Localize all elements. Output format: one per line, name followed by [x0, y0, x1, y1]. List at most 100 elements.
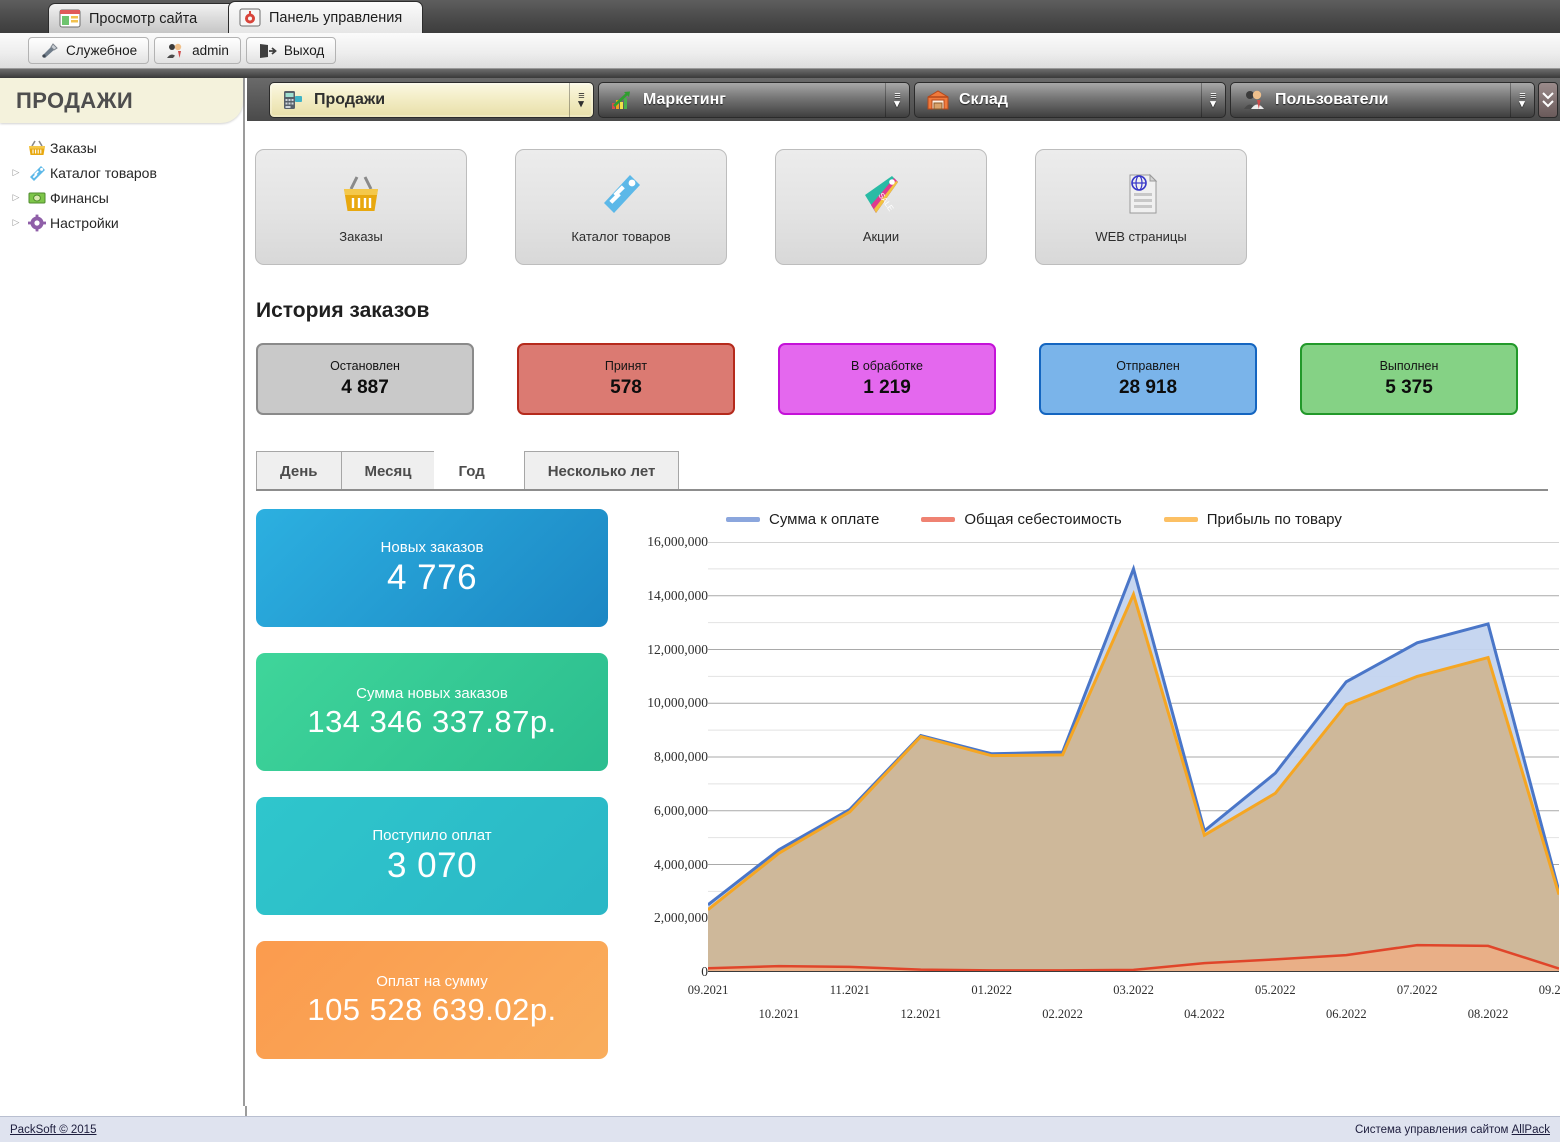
- kpi-new-orders-sum[interactable]: Сумма новых заказов 134 346 337.87р.: [256, 653, 608, 771]
- y-axis-tick-label: 12,000,000: [647, 642, 708, 658]
- kpi-payments-received[interactable]: Поступило оплат 3 070: [256, 797, 608, 915]
- status-card-value: 4 887: [341, 377, 389, 399]
- kpi-payments-amount[interactable]: Оплат на сумму 105 528 639.02р.: [256, 941, 608, 1059]
- period-tab-multi-year[interactable]: Несколько лет: [524, 451, 680, 491]
- legend-item-total-cost[interactable]: Общая себестоимость: [921, 511, 1121, 528]
- web-page-icon: [1118, 171, 1164, 217]
- basket-icon: [338, 171, 384, 217]
- expand-arrow-icon[interactable]: ▷: [8, 217, 24, 228]
- footer-credit: Система управления сайтом AllPack: [1355, 1124, 1550, 1136]
- tile-label: WEB страницы: [1095, 229, 1186, 244]
- tile-web-pages[interactable]: WEB страницы: [1035, 149, 1247, 265]
- tile-label: Акции: [863, 229, 899, 244]
- module-tab-menu-icon[interactable]: ≡▾: [569, 83, 593, 117]
- service-button[interactable]: Служебное: [28, 37, 149, 64]
- x-axis-tick-label: 03.2022: [1113, 983, 1154, 998]
- kpi-value: 134 346 337.87р.: [307, 704, 556, 740]
- main-content: Продажи ≡▾ Маркетинг ≡▾: [247, 78, 1560, 1116]
- chart-canvas: [708, 542, 1559, 972]
- sidebar-item-settings[interactable]: ▷ Настройки: [4, 210, 243, 235]
- x-axis-tick-label: 08.2022: [1468, 1007, 1509, 1022]
- expand-arrow-icon[interactable]: ▷: [8, 167, 24, 178]
- kpi-value: 3 070: [387, 846, 477, 886]
- y-axis-tick-label: 4,000,000: [654, 857, 708, 873]
- module-tab-label: Продажи: [314, 91, 385, 109]
- footer-credit-prefix: Система управления сайтом: [1355, 1124, 1512, 1136]
- tile-orders[interactable]: Заказы: [255, 149, 467, 265]
- x-axis-tick-label: 06.2022: [1326, 1007, 1367, 1022]
- status-card-accepted[interactable]: Принят 578: [517, 343, 735, 415]
- x-axis-tick-label: 02.2022: [1042, 1007, 1083, 1022]
- user-account-button[interactable]: admin: [154, 37, 241, 64]
- status-card-processing[interactable]: В обработке 1 219: [778, 343, 996, 415]
- module-tab-marketing[interactable]: Маркетинг ≡▾: [598, 82, 910, 118]
- sidebar-title: ПРОДАЖИ: [16, 88, 243, 114]
- status-card-stopped[interactable]: Остановлен 4 887: [256, 343, 474, 415]
- period-tab-year[interactable]: Год: [434, 451, 508, 491]
- dashboard-row: Новых заказов 4 776 Сумма новых заказов …: [247, 491, 1560, 1059]
- legend-swatch: [1164, 517, 1198, 522]
- control-panel-gear-icon: [239, 8, 261, 27]
- legend-label: Общая себестоимость: [964, 511, 1121, 528]
- tile-label: Каталог товаров: [571, 229, 670, 244]
- status-card-shipped[interactable]: Отправлен 28 918: [1039, 343, 1257, 415]
- module-tab-users[interactable]: Пользователи ≡▾: [1230, 82, 1535, 118]
- kpi-cards: Новых заказов 4 776 Сумма новых заказов …: [256, 509, 608, 1059]
- x-axis-tick-label: 05.2022: [1255, 983, 1296, 998]
- browser-tab-site-preview[interactable]: Просмотр сайта: [48, 3, 238, 33]
- footer-vendor-link[interactable]: AllPack: [1512, 1124, 1550, 1136]
- module-tabs-overflow-button[interactable]: [1538, 82, 1558, 118]
- legend-item-profit[interactable]: Прибыль по товару: [1164, 511, 1342, 528]
- module-tab-label: Маркетинг: [643, 91, 726, 109]
- sidebar-item-catalog[interactable]: ▷ Каталог товаров: [4, 160, 243, 185]
- sales-chart: Сумма к оплате Общая себестоимость Прибы…: [608, 509, 1560, 1059]
- tile-label: Заказы: [339, 229, 382, 244]
- logout-button-label: Выход: [284, 43, 324, 58]
- period-tab-day[interactable]: День: [256, 451, 342, 491]
- cash-register-icon: [281, 89, 305, 111]
- tile-promotions[interactable]: SALE Акции: [775, 149, 987, 265]
- module-tab-warehouse[interactable]: Склад ≡▾: [914, 82, 1226, 118]
- x-axis-tick-label: 07.2022: [1397, 983, 1438, 998]
- chart-x-axis: 09.202110.202111.202112.202101.202202.20…: [708, 978, 1559, 1038]
- logout-icon: [258, 42, 277, 59]
- website-preview-icon: [59, 9, 81, 28]
- logout-button[interactable]: Выход: [246, 37, 336, 64]
- sidebar-item-finance[interactable]: ▷ Финансы: [4, 185, 243, 210]
- x-axis-tick-label: 10.2021: [759, 1007, 800, 1022]
- status-card-label: Принят: [605, 359, 647, 373]
- status-card-completed[interactable]: Выполнен 5 375: [1300, 343, 1518, 415]
- chart-plot-area: 02,000,0004,000,0006,000,0008,000,00010,…: [616, 542, 1559, 1004]
- status-card-label: В обработке: [851, 359, 923, 373]
- user-account-label: admin: [192, 43, 229, 58]
- admin-toolbar: Служебное admin Выход: [0, 33, 1560, 69]
- y-axis-tick-label: 16,000,000: [647, 534, 708, 550]
- x-axis-tick-label: 12.2021: [900, 1007, 941, 1022]
- period-tab-month[interactable]: Месяц: [341, 451, 436, 491]
- footer-copyright-link[interactable]: PackSoft © 2015: [10, 1124, 96, 1136]
- expand-arrow-icon[interactable]: ▷: [8, 192, 24, 203]
- module-tab-sales[interactable]: Продажи ≡▾: [269, 82, 594, 118]
- sidebar-menu: Заказы ▷ Каталог товаров ▷: [0, 123, 243, 235]
- double-chevron-down-icon: [1541, 87, 1555, 113]
- sale-tag-icon: SALE: [858, 171, 904, 217]
- module-tab-label: Пользователи: [1275, 91, 1388, 109]
- status-card-value: 5 375: [1385, 377, 1433, 399]
- legend-label: Прибыль по товару: [1207, 511, 1342, 528]
- service-button-label: Служебное: [66, 43, 137, 58]
- legend-label: Сумма к оплате: [769, 511, 879, 528]
- tile-catalog[interactable]: Каталог товаров: [515, 149, 727, 265]
- gear-icon: [24, 213, 50, 233]
- browser-tab-control-panel[interactable]: Панель управления: [228, 1, 423, 33]
- module-tab-menu-icon[interactable]: ≡▾: [1201, 83, 1225, 117]
- legend-item-sum-to-pay[interactable]: Сумма к оплате: [726, 511, 879, 528]
- y-axis-tick-label: 8,000,000: [654, 749, 708, 765]
- sidebar-item-orders[interactable]: Заказы: [4, 135, 243, 160]
- module-tab-menu-icon[interactable]: ≡▾: [885, 83, 909, 117]
- x-axis-tick-label: 09.2022: [1539, 983, 1560, 998]
- price-tag-icon: [24, 163, 50, 183]
- kpi-new-orders[interactable]: Новых заказов 4 776: [256, 509, 608, 627]
- legend-swatch: [726, 517, 760, 522]
- module-tab-menu-icon[interactable]: ≡▾: [1510, 83, 1534, 117]
- growth-chart-icon: [610, 89, 634, 111]
